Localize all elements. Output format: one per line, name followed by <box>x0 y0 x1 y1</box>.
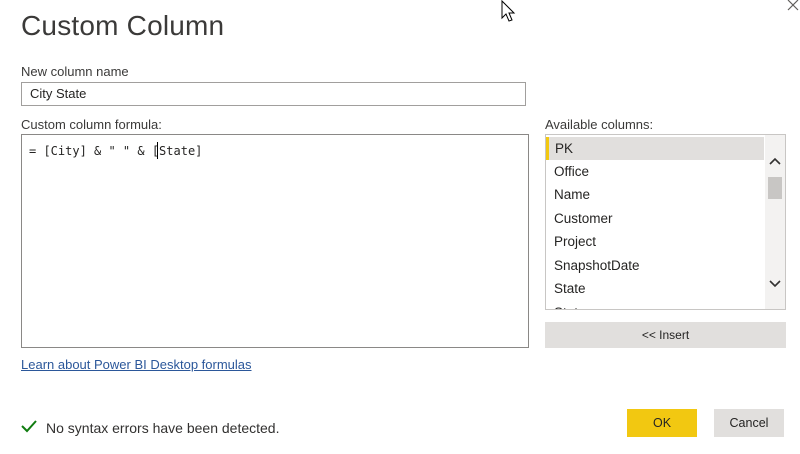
close-icon[interactable] <box>786 0 800 12</box>
available-columns-label: Available columns: <box>545 117 654 132</box>
column-name-input[interactable]: City State <box>21 82 526 106</box>
checkmark-icon <box>21 417 37 438</box>
column-item-office[interactable]: Office <box>546 160 764 183</box>
column-item-pk[interactable]: PK <box>546 137 764 160</box>
column-item-state-2[interactable]: State <box>546 301 764 309</box>
learn-formulas-link[interactable]: Learn about Power BI Desktop formulas <box>21 357 252 372</box>
insert-button[interactable]: << Insert <box>545 322 786 348</box>
dialog-title: Custom Column <box>21 10 225 41</box>
chevron-up-icon[interactable] <box>765 151 785 171</box>
syntax-status-text: No syntax errors have been detected. <box>46 419 280 436</box>
column-name-label: New column name <box>21 64 129 79</box>
chevron-down-icon[interactable] <box>765 274 785 294</box>
cancel-button[interactable]: Cancel <box>714 409 784 437</box>
ok-button[interactable]: OK <box>627 409 697 437</box>
available-columns-list[interactable]: PK Office Name Customer Project Snapshot… <box>545 134 786 310</box>
mouse-pointer-icon <box>500 0 518 24</box>
column-item-name[interactable]: Name <box>546 183 764 206</box>
column-item-snapshotdate[interactable]: SnapshotDate <box>546 254 764 277</box>
list-scrollbar[interactable] <box>765 135 785 309</box>
column-item-customer[interactable]: Customer <box>546 207 764 230</box>
column-item-project[interactable]: Project <box>546 230 764 253</box>
formula-label: Custom column formula: <box>21 117 162 132</box>
formula-editor[interactable]: = [City] & " " & [State] <box>21 134 529 348</box>
text-caret <box>157 142 158 159</box>
formula-text: = [City] & " " & [State] <box>29 144 203 158</box>
column-item-state[interactable]: State <box>546 277 764 300</box>
scroll-thumb[interactable] <box>768 177 782 199</box>
syntax-status: No syntax errors have been detected. <box>21 417 279 438</box>
